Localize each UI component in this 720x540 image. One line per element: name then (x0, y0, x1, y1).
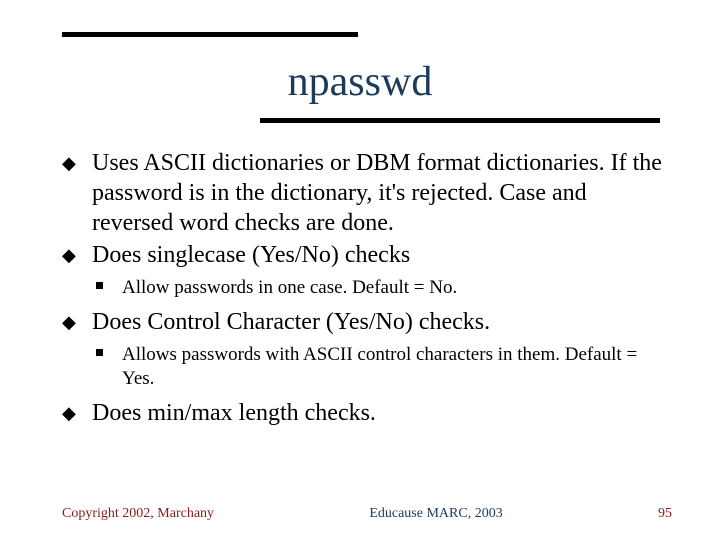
diamond-bullet-icon: ◆ (62, 152, 76, 175)
slide-title: npasswd (0, 58, 720, 106)
bullet-item: ◆ Uses ASCII dictionaries or DBM format … (62, 148, 670, 238)
bullet-item: ◆ Does min/max length checks. (62, 398, 670, 428)
bullet-text: Uses ASCII dictionaries or DBM format di… (92, 150, 662, 236)
top-divider (62, 32, 358, 37)
square-bullet-icon (96, 349, 103, 356)
sub-bullet-text: Allow passwords in one case. Default = N… (122, 277, 457, 298)
sub-bullet-text: Allows passwords with ASCII control char… (122, 344, 637, 390)
diamond-bullet-icon: ◆ (62, 244, 76, 267)
diamond-bullet-icon: ◆ (62, 311, 76, 334)
slide-body: ◆ Uses ASCII dictionaries or DBM format … (62, 148, 670, 430)
sub-bullet-item: Allow passwords in one case. Default = N… (62, 276, 670, 301)
square-bullet-icon (96, 282, 103, 289)
slide-footer: Copyright 2002, Marchany Educause MARC, … (62, 506, 672, 522)
sub-bullet-item: Allows passwords with ASCII control char… (62, 343, 670, 392)
slide-number: 95 (658, 506, 672, 522)
bullet-item: ◆ Does singlecase (Yes/No) checks (62, 240, 670, 270)
bullet-text: Does min/max length checks. (92, 400, 376, 426)
footer-center: Copyright 2002, Marchany (62, 506, 214, 522)
bullet-text: Does singlecase (Yes/No) checks (92, 242, 410, 268)
bullet-item: ◆ Does Control Character (Yes/No) checks… (62, 307, 670, 337)
footer-left: Educause MARC, 2003 (369, 506, 502, 522)
bullet-text: Does Control Character (Yes/No) checks. (92, 309, 490, 335)
mid-divider (260, 118, 660, 123)
diamond-bullet-icon: ◆ (62, 402, 76, 425)
